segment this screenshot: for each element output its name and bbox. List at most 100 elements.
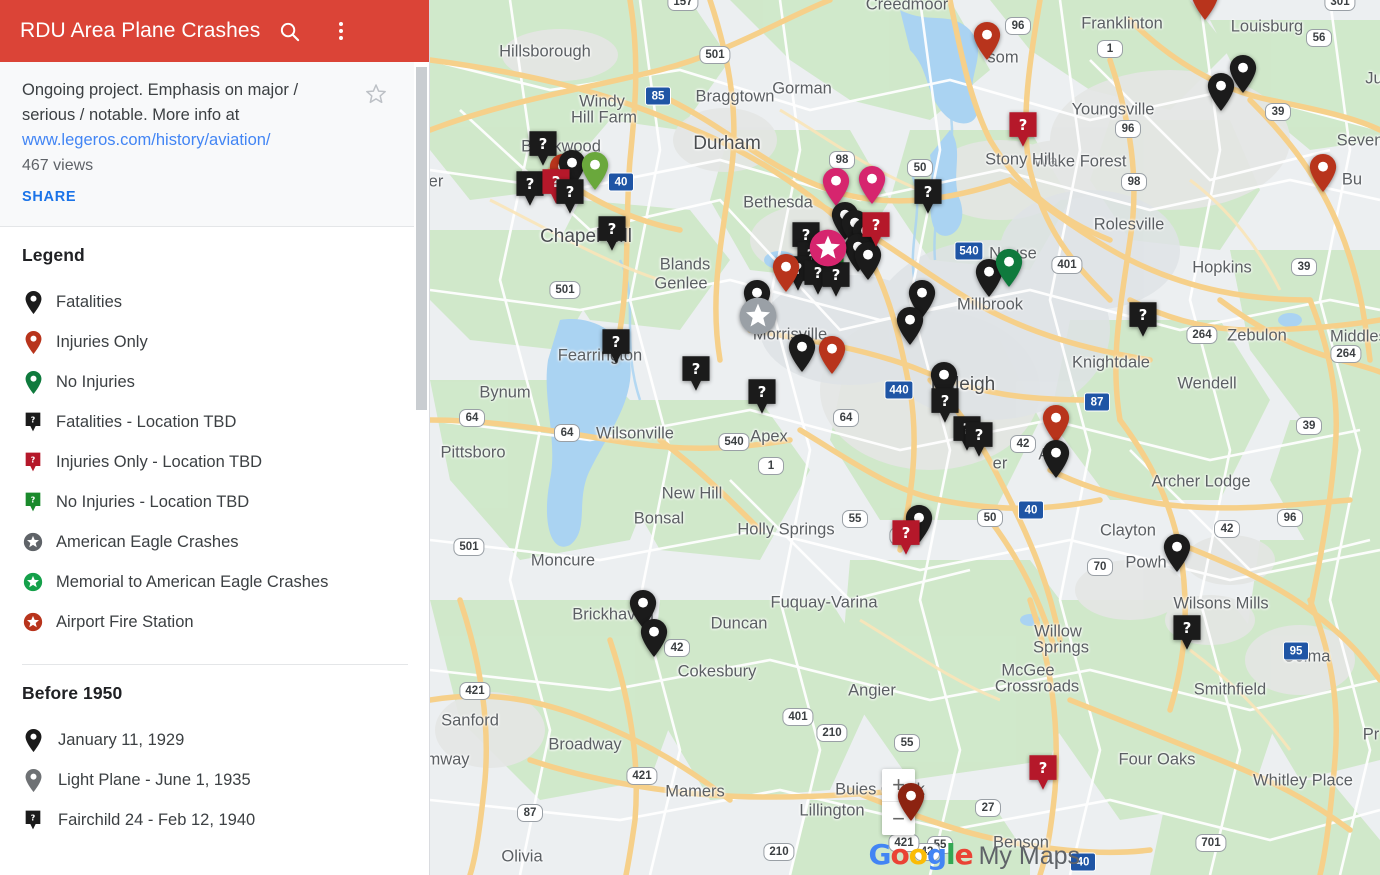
route-shield: 264 bbox=[1330, 345, 1361, 363]
legend-row-label: No Injuries - Location TBD bbox=[56, 493, 249, 512]
layer-list-item[interactable]: Light Plane - June 1, 1935 bbox=[22, 760, 408, 800]
route-shield: 501 bbox=[453, 538, 484, 556]
map-marker-flag[interactable]: ? bbox=[555, 178, 585, 220]
map-marker-pin[interactable] bbox=[1309, 154, 1337, 197]
map-marker-pin[interactable] bbox=[896, 307, 924, 350]
map-marker-flag[interactable]: ? bbox=[1028, 754, 1058, 796]
pin-icon bbox=[25, 729, 42, 752]
question-flag-icon: ? bbox=[25, 452, 41, 472]
map-marker-flag[interactable]: ? bbox=[1172, 614, 1202, 656]
route-shield: 210 bbox=[763, 843, 794, 861]
map-marker-pin[interactable] bbox=[1207, 73, 1235, 116]
map-viewport[interactable]: HillsboroughWindyHill FarmBlackwoodChape… bbox=[430, 0, 1380, 875]
map-marker-pin[interactable] bbox=[772, 254, 800, 297]
map-marker-flag[interactable]: ? bbox=[891, 519, 921, 561]
map-marker-flag[interactable]: ? bbox=[681, 355, 711, 397]
map-place-label: Louisburg bbox=[1231, 18, 1303, 37]
map-marker-star[interactable] bbox=[738, 296, 778, 341]
pin-icon bbox=[25, 291, 42, 314]
map-marker-flag[interactable]: ? bbox=[861, 211, 891, 253]
view-count: 467 views bbox=[22, 153, 410, 178]
route-shield: 87 bbox=[517, 804, 543, 822]
map-place-label: Seven bbox=[1337, 132, 1380, 151]
legend-row: Memorial to American Eagle Crashes bbox=[22, 562, 408, 602]
route-shield: 210 bbox=[816, 724, 847, 742]
map-marker-flag[interactable]: ? bbox=[597, 215, 627, 257]
map-marker-pin[interactable] bbox=[818, 336, 846, 379]
legend-row-label: No Injuries bbox=[56, 373, 135, 392]
legend-row-label: Fatalities - Location TBD bbox=[56, 413, 236, 432]
map-place-label: Broadway bbox=[548, 736, 621, 755]
map-marker-flag[interactable]: ? bbox=[913, 178, 943, 220]
map-place-label: Durham bbox=[693, 133, 761, 155]
route-shield: 55 bbox=[894, 734, 920, 752]
sidebar-scrollbar-track[interactable] bbox=[414, 62, 429, 875]
pin-icon bbox=[22, 769, 44, 792]
legend-row: Airport Fire Station bbox=[22, 602, 408, 642]
map-marker-pin[interactable] bbox=[1191, 0, 1219, 25]
route-shield: 50 bbox=[977, 509, 1003, 527]
search-icon[interactable] bbox=[272, 14, 306, 48]
map-marker-flag[interactable]: ? bbox=[1008, 111, 1038, 153]
pin-icon bbox=[25, 769, 42, 792]
svg-text:?: ? bbox=[526, 176, 535, 193]
question-flag-icon: ? bbox=[22, 412, 44, 432]
map-place-label: Powh bbox=[1125, 554, 1166, 573]
svg-text:?: ? bbox=[941, 393, 950, 410]
legend-row: ? Fatalities - Location TBD bbox=[22, 402, 408, 442]
map-place-label: Blands bbox=[660, 256, 710, 275]
star-outline-icon[interactable] bbox=[364, 82, 388, 106]
map-marker-flag[interactable]: ? bbox=[601, 328, 631, 370]
route-shield: 96 bbox=[1005, 17, 1031, 35]
route-shield: 701 bbox=[1195, 834, 1226, 852]
legend-row-label: Airport Fire Station bbox=[56, 613, 194, 632]
route-shield: 501 bbox=[549, 281, 580, 299]
svg-text:?: ? bbox=[902, 525, 911, 542]
route-shield: 64 bbox=[833, 409, 859, 427]
map-marker-flag[interactable]: ? bbox=[1128, 301, 1158, 343]
map-marker-flag[interactable]: ? bbox=[964, 421, 994, 463]
app-bar: RDU Area Plane Crashes bbox=[0, 0, 429, 62]
map-place-label: Bonsal bbox=[634, 510, 684, 529]
sidebar-scrollbar-thumb[interactable] bbox=[416, 67, 427, 410]
map-marker-pin[interactable] bbox=[581, 152, 609, 195]
description-line-1: Ongoing project. Emphasis on major / bbox=[22, 81, 298, 99]
svg-text:?: ? bbox=[31, 813, 36, 822]
more-vert-icon[interactable] bbox=[324, 14, 358, 48]
pin-icon bbox=[1191, 0, 1219, 20]
map-marker-pin[interactable] bbox=[858, 166, 886, 209]
map-place-label: Olivia bbox=[501, 848, 542, 867]
map-place-label: Sanford bbox=[441, 712, 499, 731]
map-marker-pin[interactable] bbox=[995, 249, 1023, 292]
project-link[interactable]: www.legeros.com/history/aviation/ bbox=[22, 131, 271, 149]
layer-list-item[interactable]: January 11, 1929 bbox=[22, 720, 408, 760]
svg-text:?: ? bbox=[612, 334, 621, 351]
map-place-label: Clayton bbox=[1100, 522, 1156, 541]
legend-title: Legend bbox=[22, 245, 408, 266]
share-button[interactable]: SHARE bbox=[22, 189, 76, 205]
layer-list-item[interactable]: ?Fairchild 24 - Feb 12, 1940 bbox=[22, 800, 408, 840]
map-marker-pin[interactable] bbox=[973, 22, 1001, 65]
description-line-2: serious / notable. More info at bbox=[22, 106, 239, 124]
map-place-label: Braggtown bbox=[696, 88, 775, 107]
map-marker-pin[interactable] bbox=[788, 334, 816, 377]
map-marker-flag[interactable]: ? bbox=[747, 378, 777, 420]
route-shield: 301 bbox=[1324, 0, 1355, 11]
pin-icon bbox=[1207, 73, 1235, 111]
pin-icon bbox=[818, 336, 846, 374]
map-marker-pin[interactable] bbox=[1042, 440, 1070, 483]
sidebar-scroll-area[interactable]: Ongoing project. Emphasis on major / ser… bbox=[0, 62, 430, 875]
map-place-label: er bbox=[993, 455, 1008, 474]
map-place-label: Cokesbury bbox=[678, 663, 757, 682]
map-marker-pin[interactable] bbox=[640, 619, 668, 662]
map-place-label: Crossroads bbox=[995, 678, 1079, 697]
my-maps-label: My Maps bbox=[979, 842, 1080, 871]
map-place-label: Pr bbox=[1363, 726, 1380, 745]
route-shield: 87 bbox=[1084, 393, 1110, 412]
map-marker-pin[interactable] bbox=[1163, 534, 1191, 577]
map-marker-pin[interactable] bbox=[897, 783, 925, 826]
map-place-label: Lillington bbox=[799, 802, 864, 821]
svg-text:?: ? bbox=[1139, 307, 1148, 324]
map-marker-star[interactable] bbox=[808, 228, 848, 273]
route-shield: 64 bbox=[459, 409, 485, 427]
